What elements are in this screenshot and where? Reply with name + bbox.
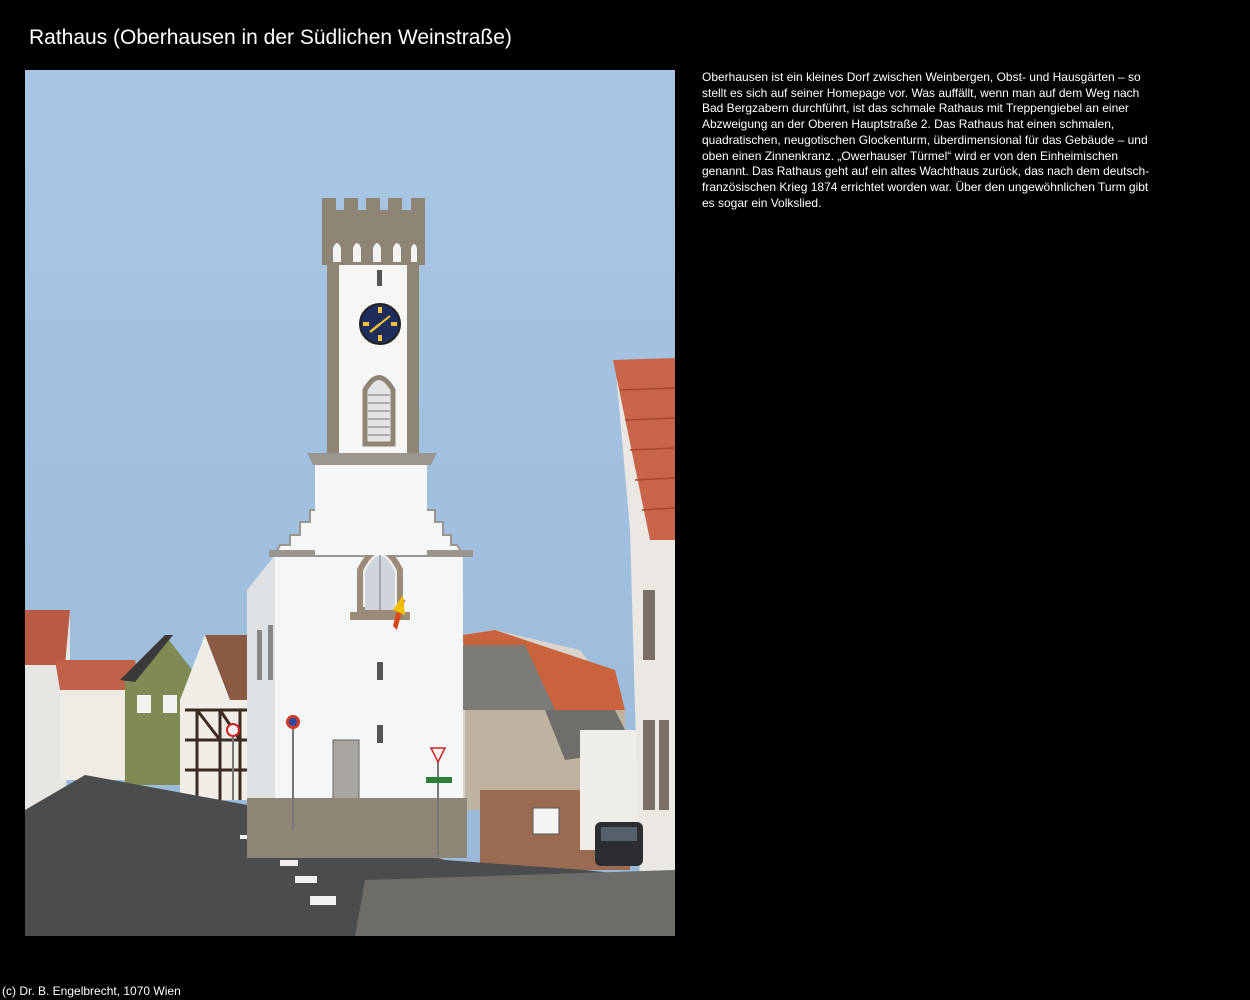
town-hall-photo bbox=[25, 70, 675, 936]
copyright-footer: (c) Dr. B. Engelbrecht, 1070 Wien bbox=[2, 984, 181, 998]
description-text: Oberhausen ist ein kleines Dorf zwischen… bbox=[702, 70, 1150, 210]
page-title: Rathaus (Oberhausen in der Südlichen Wei… bbox=[29, 26, 512, 49]
